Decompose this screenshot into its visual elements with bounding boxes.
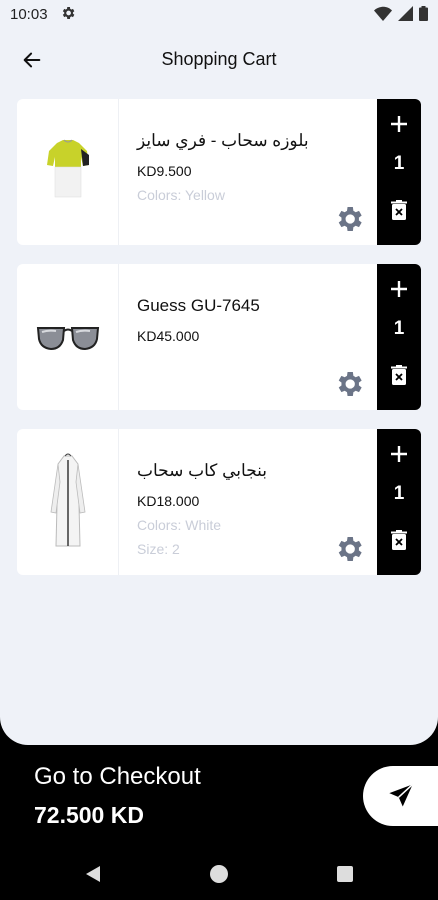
status-bar: 10:03	[0, 0, 438, 30]
item-info: بلوزه سحاب - فري سايز KD9.500 Colors: Ye…	[137, 129, 361, 203]
status-time: 10:03	[10, 6, 48, 23]
item-quantity: 1	[393, 153, 405, 174]
cart-item: Guess GU-7645 KD45.000 1	[17, 264, 421, 410]
item-color: Colors: White	[137, 517, 222, 533]
delete-icon	[391, 530, 407, 550]
item-price: KD9.500	[137, 163, 192, 179]
delete-icon	[391, 200, 407, 220]
nav-back-icon[interactable]	[84, 864, 102, 884]
system-nav-bar	[0, 850, 438, 900]
app-header: Shopping Cart	[0, 36, 438, 82]
item-name[interactable]: بلوزه سحاب - فري سايز	[137, 129, 361, 153]
item-color: Colors: Yellow	[137, 187, 225, 203]
nav-recents-icon[interactable]	[337, 866, 353, 882]
checkout-label: Go to Checkout	[34, 763, 201, 790]
delete-item-button[interactable]	[384, 195, 414, 225]
item-info: بنجابي كاب سحاب KD18.000 Colors: White S…	[137, 459, 361, 557]
item-quantity: 1	[393, 318, 405, 339]
product-image[interactable]	[17, 99, 119, 245]
cart-item: بنجابي كاب سحاب KD18.000 Colors: White S…	[17, 429, 421, 575]
plus-icon	[391, 281, 407, 297]
status-icons	[374, 6, 428, 21]
quantity-panel: 1	[377, 429, 421, 575]
delete-item-button[interactable]	[384, 360, 414, 390]
product-image[interactable]	[17, 264, 119, 410]
wifi-icon	[374, 6, 392, 21]
settings-gear-icon[interactable]	[333, 533, 365, 565]
nav-home-icon[interactable]	[210, 865, 228, 883]
page-title: Shopping Cart	[161, 49, 277, 69]
blouse-image	[46, 139, 89, 198]
cart-panel: 10:03 Shopping Cart بلوزه سحاب - فري ساي…	[0, 0, 438, 745]
quantity-panel: 1	[377, 264, 421, 410]
sunglasses-image	[36, 327, 99, 351]
plus-icon	[391, 116, 407, 132]
item-price: KD45.000	[137, 328, 200, 344]
quantity-panel: 1	[377, 99, 421, 245]
checkout-total: 72.500 KD	[34, 802, 144, 828]
app-screen: 10:03 Shopping Cart بلوزه سحاب - فري ساي…	[0, 0, 438, 900]
battery-icon	[419, 6, 428, 21]
settings-gear-icon[interactable]	[333, 203, 365, 235]
item-quantity: 1	[393, 483, 405, 504]
item-info: Guess GU-7645 KD45.000	[137, 294, 361, 344]
cart-item: بلوزه سحاب - فري سايز KD9.500 Colors: Ye…	[17, 99, 421, 245]
increase-quantity-button[interactable]	[384, 274, 414, 304]
checkout-button[interactable]	[363, 766, 438, 826]
item-name[interactable]: بنجابي كاب سحاب	[137, 459, 361, 483]
delete-icon	[391, 365, 407, 385]
item-size: Size: 2	[137, 541, 180, 557]
delete-item-button[interactable]	[384, 525, 414, 555]
increase-quantity-button[interactable]	[384, 109, 414, 139]
plus-icon	[391, 446, 407, 462]
robe-image	[50, 453, 85, 547]
settings-status-icon	[62, 7, 75, 19]
increase-quantity-button[interactable]	[384, 439, 414, 469]
settings-gear-icon[interactable]	[333, 368, 365, 400]
product-image[interactable]	[17, 429, 119, 575]
cellular-signal-icon	[398, 6, 413, 21]
item-name[interactable]: Guess GU-7645	[137, 294, 361, 318]
send-icon	[389, 783, 414, 807]
item-price: KD18.000	[137, 493, 200, 509]
